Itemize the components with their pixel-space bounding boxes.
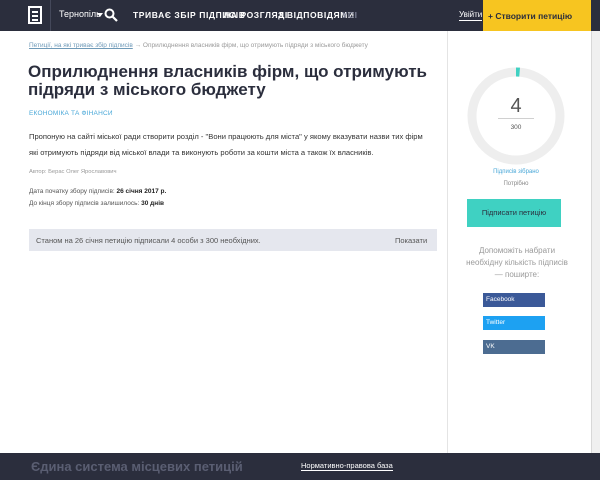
column-divider: [447, 31, 448, 453]
start-date-label: Дата початку збору підписів:: [29, 188, 115, 195]
breadcrumb-arrow-icon: →: [134, 42, 143, 49]
chevron-down-icon[interactable]: [97, 13, 103, 17]
facebook-share-button[interactable]: Facebook: [483, 293, 545, 307]
remaining-label: До кінця збору підписів залишилось:: [29, 200, 140, 207]
nav-all[interactable]: Усі: [342, 10, 358, 20]
breadcrumb: Петиції, на які триває збір підписів → О…: [29, 42, 368, 49]
breadcrumb-current: Оприлюднення власників фірм, що отримуют…: [142, 42, 368, 49]
start-date-value: 26 січня 2017 р.: [116, 188, 167, 195]
create-petition-button[interactable]: + Створити петицію: [483, 0, 591, 31]
needed-count: 300: [510, 124, 522, 131]
sign-petition-button[interactable]: Підписати петицію: [467, 199, 561, 227]
breadcrumb-link[interactable]: Петиції, на які триває збір підписів: [29, 42, 133, 49]
divider: [50, 0, 51, 31]
top-navigation-bar: Тернопіль Триває збір підписів На розгля…: [0, 0, 600, 31]
needed-label: Потрібно: [503, 181, 529, 187]
footer-title: Єдина система місцевих петицій: [31, 459, 243, 474]
collected-label: Підписів зібрано: [493, 169, 539, 175]
remaining-value: 30 днів: [141, 200, 165, 207]
petition-description: Пропоную на сайті міської ради створити …: [29, 132, 423, 157]
search-icon[interactable]: [104, 8, 118, 22]
remaining-line: До кінця збору підписів залишилось: 30 д…: [29, 200, 164, 207]
collected-count: 4: [510, 95, 522, 117]
scrollbar-track[interactable]: [591, 31, 600, 453]
share-help-text: Допоможіть набрати необхідну кількість п…: [466, 246, 568, 279]
signatures-status-bar: Станом на 26 січня петицію підписали 4 о…: [29, 229, 437, 251]
twitter-share-button[interactable]: Twitter: [483, 316, 545, 330]
status-text: Станом на 26 січня петицію підписали 4 о…: [36, 236, 261, 245]
petition-title: Оприлюднення власників фірм, що отримуют…: [28, 62, 427, 99]
petition-author: Автор: Берас Олег Ярославович: [29, 169, 117, 175]
legal-base-link[interactable]: Нормативно-правова база: [301, 461, 393, 471]
login-link[interactable]: Увійти: [459, 10, 483, 21]
start-date-line: Дата початку збору підписів: 26 січня 20…: [29, 188, 166, 195]
petition-category[interactable]: Економіка та фінанси: [29, 110, 113, 117]
show-signers-link[interactable]: Показати: [395, 236, 427, 245]
logo-icon[interactable]: [28, 6, 42, 24]
vk-share-button[interactable]: VK: [483, 340, 545, 354]
city-selector[interactable]: Тернопіль: [59, 9, 101, 19]
ring-divider: [498, 118, 534, 119]
